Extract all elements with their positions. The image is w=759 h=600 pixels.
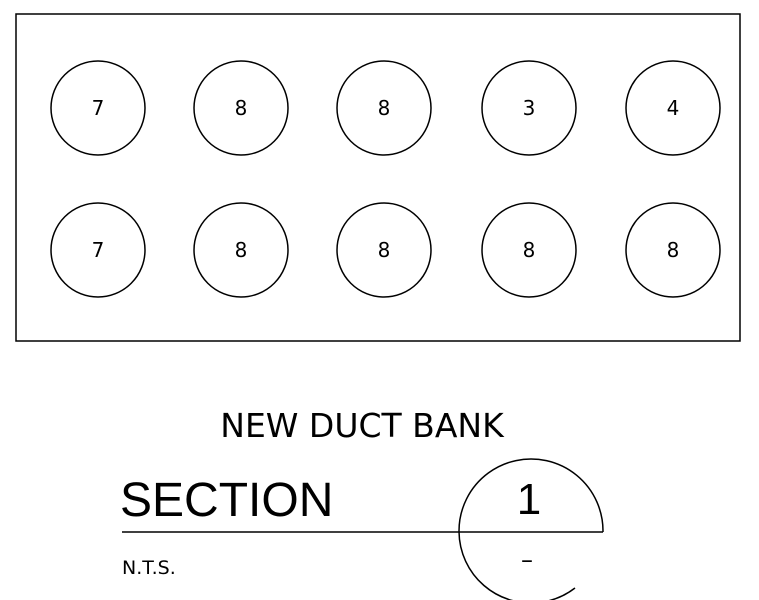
sheet-reference: – <box>521 546 533 574</box>
section-title: SECTION <box>120 474 333 527</box>
duct-label: 8 <box>378 96 391 120</box>
section-number: 1 <box>517 475 541 524</box>
duct-label: 8 <box>667 238 680 262</box>
duct-label: 3 <box>523 96 536 120</box>
duct-bank-caption: NEW DUCT BANK <box>220 406 505 445</box>
duct-label: 8 <box>523 238 536 262</box>
duct-grid: 7 8 8 3 4 7 8 8 8 8 <box>50 60 721 298</box>
duct-label: 8 <box>235 238 248 262</box>
duct-label: 7 <box>92 238 105 262</box>
duct-bank-section-drawing: 7 8 8 3 4 7 8 8 8 8 NEW DUCT BANK SECTION 1 N.T.S… <box>15 13 741 600</box>
scale-note: N.T.S. <box>122 557 176 579</box>
duct-label: 4 <box>667 96 680 120</box>
drawing-canvas: 7 8 8 3 4 7 8 8 8 8 NEW DUCT BANK SECTION 1 N.T.S… <box>0 0 759 600</box>
duct-bank-outline <box>15 13 741 342</box>
duct-label: 7 <box>92 96 105 120</box>
duct-label: 8 <box>235 96 248 120</box>
duct-label: 8 <box>378 238 391 262</box>
